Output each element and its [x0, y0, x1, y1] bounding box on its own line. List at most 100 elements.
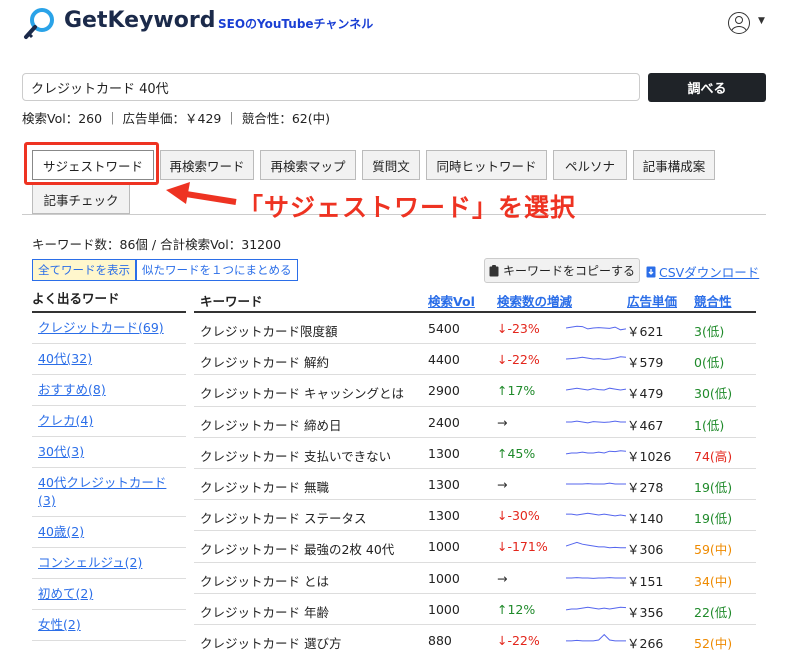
- table-row: クレジットカード 選び方 880 ↓-22% ￥266 52(中): [194, 625, 756, 654]
- trend-cell: →: [497, 570, 508, 586]
- competition-cell: 3(低): [694, 324, 725, 339]
- keyword-cell[interactable]: クレジットカード 最強の2枚 40代: [200, 539, 394, 558]
- frequent-word-item[interactable]: クレカ(4): [32, 406, 186, 437]
- trend-sparkline: [566, 512, 626, 517]
- volume-cell: 4400: [428, 352, 460, 368]
- header: GetKeyword SEOのYouTubeチャンネル ▼: [0, 0, 800, 48]
- volume-cell: 1300: [428, 508, 460, 524]
- frequent-words-header: よく出るワード: [32, 285, 186, 313]
- keyword-cell[interactable]: クレジットカード 年齢: [200, 602, 329, 621]
- competition-cell: 74(高): [694, 448, 733, 464]
- trend-sparkline: [566, 388, 626, 391]
- tab-co-hit[interactable]: 同時ヒットワード: [426, 150, 547, 180]
- cpc-cell: ￥266: [627, 635, 664, 651]
- magnifier-key-logo-icon[interactable]: [22, 6, 58, 42]
- tab-article-check[interactable]: 記事チェック: [32, 184, 130, 214]
- keyword-table: キーワード 検索Vol 検索数の増減 広告単価 競合性 クレジットカード限度額 5…: [194, 285, 756, 654]
- trend-cell: ↓-30%: [497, 508, 540, 524]
- volume-cell: 1300: [428, 445, 460, 461]
- youtube-channel-link[interactable]: SEOのYouTubeチャンネル: [218, 15, 373, 32]
- competition-cell: 59(中): [694, 542, 733, 558]
- frequent-word-item[interactable]: おすすめ(8): [32, 375, 186, 406]
- trend-cell: ↓-23%: [497, 321, 540, 336]
- keyword-cell[interactable]: クレジットカード キャッシングとは: [200, 383, 404, 402]
- keyword-search-input[interactable]: [22, 73, 640, 101]
- volume-cell: 880: [428, 632, 452, 648]
- frequent-word-item[interactable]: 40代(32): [32, 344, 186, 375]
- cpc-cell: ￥467: [627, 417, 664, 433]
- show-all-toggle[interactable]: 全てワードを表示: [32, 259, 136, 281]
- trend-cell: ↓-22%: [497, 632, 540, 648]
- competition-cell: 52(中): [694, 635, 733, 651]
- sparkline-path: [566, 388, 626, 391]
- competition-cell: 1(低): [694, 417, 725, 433]
- sparkline-path: [566, 633, 626, 642]
- user-avatar-icon[interactable]: [728, 12, 750, 34]
- frequent-word-item[interactable]: 40歳(2): [32, 517, 186, 548]
- competition-cell: 0(低): [694, 355, 725, 371]
- clipboard-icon: [489, 264, 499, 276]
- keyword-cell[interactable]: クレジットカード限度額: [200, 321, 338, 340]
- frequent-word-item[interactable]: 40代クレジットカード(3): [32, 468, 186, 517]
- sparkline-path: [566, 450, 626, 455]
- frequent-words-list: よく出るワード クレジットカード(69) 40代(32) おすすめ(8) クレカ…: [32, 285, 186, 641]
- competition-cell: 30(低): [694, 386, 733, 402]
- volume-cell: 5400: [428, 321, 460, 336]
- cpc-cell: ￥479: [627, 386, 664, 402]
- table-row: クレジットカード とは 1000 → ￥151 34(中): [194, 563, 756, 594]
- sparkline-path: [566, 542, 626, 549]
- annotation-arrow-icon: [166, 182, 237, 205]
- competition-cell: 22(低): [694, 604, 733, 620]
- frequent-word-item[interactable]: 初めて(2): [32, 579, 186, 610]
- table-row: クレジットカード 支払いできない 1300 ↑45% ￥1026 74(高): [194, 438, 756, 469]
- cpc-cell: ￥278: [627, 479, 664, 495]
- tab-research[interactable]: 再検索ワード: [160, 150, 254, 180]
- merge-similar-toggle[interactable]: 似たワードを１つにまとめる: [136, 259, 298, 281]
- cpc-cell: ￥306: [627, 542, 664, 558]
- keyword-cell[interactable]: クレジットカード 支払いできない: [200, 446, 391, 465]
- col-competition-sort[interactable]: 競合性: [694, 291, 732, 310]
- trend-sparkline: [566, 542, 626, 549]
- keyword-cell[interactable]: クレジットカード 締め日: [200, 415, 341, 434]
- frequent-word-item[interactable]: クレジットカード(69): [32, 313, 186, 344]
- trend-sparkline: [566, 633, 626, 642]
- trend-sparkline: [566, 356, 626, 361]
- table-row: クレジットカード限度額 5400 ↓-23% ￥621 3(低): [194, 313, 756, 345]
- table-row: クレジットカード ステータス 1300 ↓-30% ￥140 19(低): [194, 500, 756, 532]
- keyword-summary: キーワード数：86個 / 合計検索Vol：31200: [32, 237, 282, 252]
- trend-sparkline: [566, 450, 626, 455]
- copy-keywords-button[interactable]: キーワードをコピーする: [484, 258, 640, 283]
- tab-article-outline[interactable]: 記事構成案: [633, 150, 715, 180]
- volume-cell: 1300: [428, 476, 460, 492]
- keyword-cell[interactable]: クレジットカード とは: [200, 571, 329, 590]
- cpc-cell: ￥621: [627, 324, 664, 339]
- keyword-cell[interactable]: クレジットカード 解約: [200, 352, 329, 371]
- sparkline-path: [566, 512, 626, 517]
- col-volume-sort[interactable]: 検索Vol: [428, 291, 475, 310]
- competition-cell: 19(低): [694, 479, 733, 495]
- volume-cell: 1000: [428, 539, 460, 555]
- keyword-cell[interactable]: クレジットカード ステータス: [200, 508, 366, 527]
- frequent-word-item[interactable]: コンシェルジュ(2): [32, 548, 186, 579]
- search-button[interactable]: 調べる: [648, 73, 766, 102]
- tab-questions[interactable]: 質問文: [362, 150, 420, 180]
- volume-cell: 1000: [428, 570, 460, 586]
- frequent-word-item[interactable]: 女性(2): [32, 610, 186, 641]
- frequent-word-item[interactable]: 30代(3): [32, 437, 186, 468]
- chevron-down-icon[interactable]: ▼: [758, 16, 765, 26]
- keyword-cell[interactable]: クレジットカード 無職: [200, 477, 329, 496]
- tab-persona[interactable]: ペルソナ: [553, 150, 627, 180]
- competition-cell: 34(中): [694, 573, 733, 589]
- col-trend-sort[interactable]: 検索数の増減: [497, 291, 572, 310]
- col-keyword: キーワード: [200, 294, 263, 309]
- cpc-cell: ￥140: [627, 511, 664, 527]
- cpc-cell: ￥356: [627, 604, 664, 620]
- table-row: クレジットカード 無職 1300 → ￥278 19(低): [194, 469, 756, 501]
- tab-highlight-box: [24, 142, 159, 185]
- copy-keywords-label: キーワードをコピーする: [502, 264, 635, 278]
- csv-download-link[interactable]: CSVダウンロード: [646, 262, 759, 281]
- tab-research-map[interactable]: 再検索マップ: [260, 150, 356, 180]
- col-cpc-sort[interactable]: 広告単価: [627, 291, 677, 310]
- keyword-cell[interactable]: クレジットカード 選び方: [200, 633, 341, 652]
- logo-text[interactable]: GetKeyword: [64, 8, 215, 33]
